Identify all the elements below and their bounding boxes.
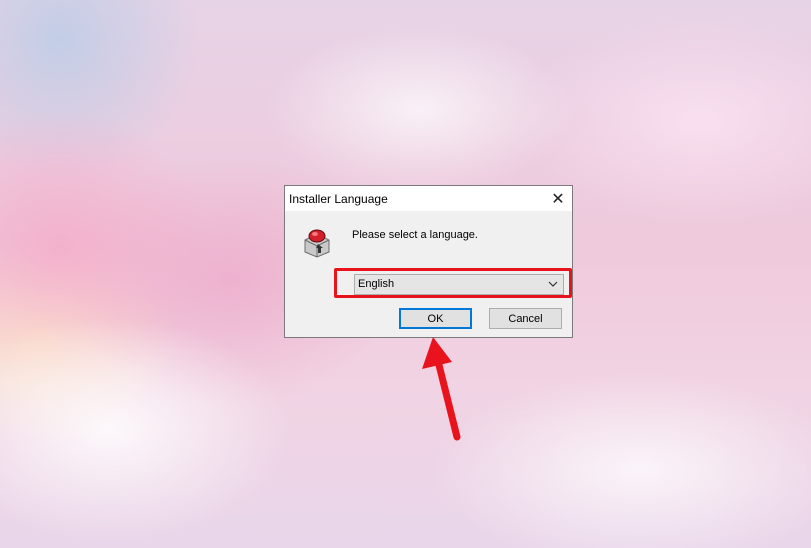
close-button[interactable]: ✕ (544, 186, 572, 211)
dialog-title: Installer Language (289, 192, 388, 206)
chevron-down-icon (548, 281, 558, 287)
title-bar[interactable]: Installer Language ✕ (285, 186, 572, 211)
language-select[interactable]: English (354, 274, 564, 295)
language-select-value: English (358, 278, 395, 290)
pointer-arrow-icon (422, 337, 461, 441)
prompt-text: Please select a language. (352, 229, 478, 241)
cancel-button[interactable]: Cancel (489, 308, 562, 329)
installer-language-dialog: Installer Language ✕ Please select a lan… (284, 185, 573, 338)
installer-box-icon (304, 229, 330, 258)
